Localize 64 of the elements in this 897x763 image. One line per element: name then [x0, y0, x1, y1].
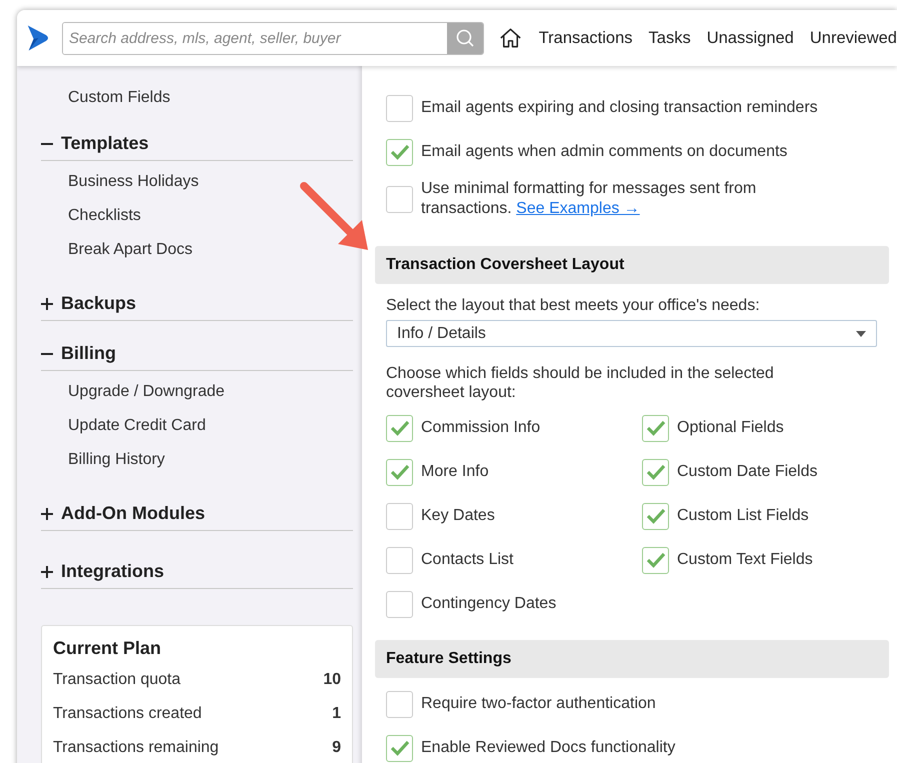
option-label: Custom List Fields [677, 506, 809, 526]
nav-link[interactable]: Unreviewed [810, 28, 897, 48]
checkbox[interactable] [386, 546, 413, 574]
nav-link[interactable]: Unassigned [706, 28, 794, 48]
option-label: Contingency Dates [421, 594, 556, 614]
plus-icon[interactable] [41, 566, 53, 578]
checkbox[interactable] [642, 458, 669, 486]
checkbox[interactable] [386, 186, 413, 212]
plan-value: 10 [323, 671, 341, 690]
option-label: Use minimal formatting for messages sent from transactions. See Examples → [421, 179, 758, 219]
checkbox[interactable] [386, 138, 413, 166]
option-label: Key Dates [421, 506, 495, 526]
option-label: More Info [421, 462, 489, 482]
section-heading[interactable]: Integrations [61, 561, 164, 582]
examples-link[interactable]: See Examples → [516, 200, 640, 217]
section-heading[interactable]: Backups [61, 293, 136, 314]
sidebar-item[interactable]: Checklists [41, 199, 141, 233]
section-header: Feature Settings [375, 640, 889, 678]
section-header: Transaction Coversheet Layout [375, 246, 889, 284]
section-heading[interactable]: Add-On Modules [61, 503, 205, 524]
layout-dropdown[interactable]: Info / Details [386, 320, 877, 348]
sidebar-item[interactable]: Custom Fields [41, 81, 170, 115]
sidebar-item[interactable]: Billing History [41, 443, 165, 477]
sidebar-item[interactable]: Break Apart Docs [41, 233, 192, 267]
search-field[interactable]: Search address, mls, agent, seller, buyer [62, 22, 484, 54]
select-label: Select the layout that best meets your office's needs: [386, 296, 761, 315]
plan-label: Transactions remaining [53, 739, 219, 758]
checkbox[interactable] [386, 590, 413, 618]
option-label: Require two-factor authentication [421, 694, 656, 714]
nav-link[interactable]: Tasks [648, 28, 691, 48]
option-label: Commission Info [421, 418, 540, 438]
sidebar-item[interactable]: Business Holidays [41, 165, 199, 199]
caret-icon [856, 330, 866, 336]
section-heading[interactable]: Billing [61, 343, 116, 364]
checkbox[interactable] [386, 94, 413, 122]
checkbox[interactable] [386, 734, 413, 762]
checkbox[interactable] [386, 690, 413, 718]
option-label: Custom Text Fields [677, 550, 813, 570]
plus-icon[interactable] [41, 508, 53, 520]
search-icon [454, 28, 475, 48]
option-label: Enable Reviewed Docs functionality [421, 738, 676, 758]
nav-link[interactable]: Transactions [538, 28, 633, 48]
plan-title: Current Plan [53, 638, 162, 659]
option-label: Email agents expiring and closing transaction reminders [421, 98, 818, 118]
option-label: Contacts List [421, 550, 514, 570]
section-heading[interactable]: Templates [61, 133, 149, 154]
plus-icon[interactable] [41, 298, 53, 310]
plan-label: Transaction quota [53, 671, 180, 690]
option-label: Email agents when admin comments on documents [421, 142, 788, 162]
plan-value: 1 [332, 705, 341, 724]
fields-label: Choose which fields should be included in the selected coversheet layout: [386, 364, 775, 402]
checkbox[interactable] [386, 414, 413, 442]
checkbox[interactable] [642, 414, 669, 442]
checkbox[interactable] [386, 458, 413, 486]
plan-value: 9 [332, 739, 341, 758]
sidebar-item[interactable]: Upgrade / Downgrade [41, 375, 225, 409]
plan-label: Transactions created [53, 705, 202, 724]
search-button[interactable] [446, 22, 483, 54]
option-label: Optional Fields [677, 418, 784, 438]
checkbox[interactable] [386, 502, 413, 530]
sidebar-item[interactable]: Update Credit Card [41, 409, 206, 443]
option-label: Custom Date Fields [677, 462, 818, 482]
checkbox[interactable] [642, 502, 669, 530]
checkbox[interactable] [642, 546, 669, 574]
